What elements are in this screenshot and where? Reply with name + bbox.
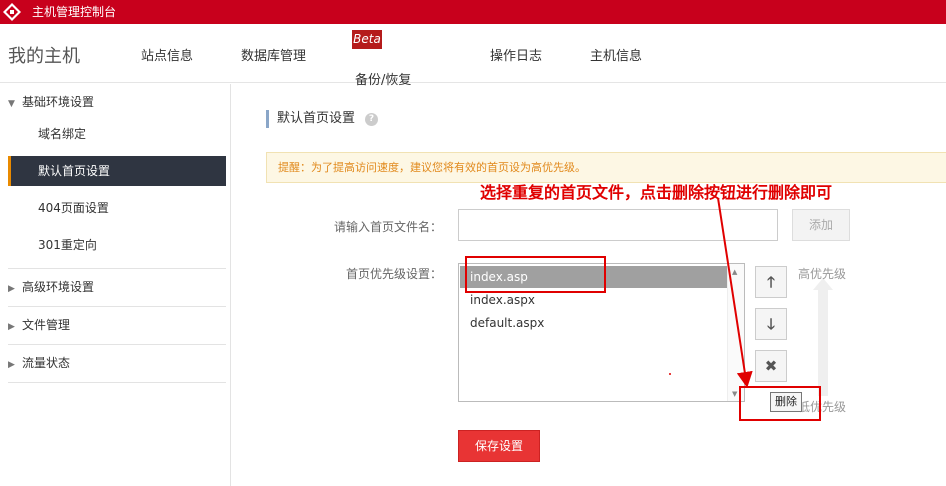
caret-right-icon: ▶ (8, 284, 15, 294)
priority-bar (818, 286, 828, 396)
sidebar-section-traffic[interactable]: ▶ 流量状态 (8, 345, 226, 382)
sidebar-section-basic[interactable]: ▼ 基础环境设置 (8, 84, 226, 121)
nav-item-host-info[interactable]: 主机信息 (590, 45, 642, 64)
sidebar-section-label: 文件管理 (22, 318, 71, 332)
sidebar-item-301-redirect[interactable]: 301重定向 (8, 230, 226, 260)
main-nav: 我的主机 站点信息 数据库管理 Beta 备份/恢复 操作日志 主机信息 (0, 24, 946, 88)
page-title: 默认首页设置 (266, 110, 355, 128)
sidebar-section-label: 高级环境设置 (22, 280, 95, 294)
nav-item-backup[interactable]: 备份/恢复 (355, 69, 411, 88)
nav-item-site-info[interactable]: 站点信息 (141, 45, 193, 64)
priority-label: 首页优先级设置： (346, 267, 443, 281)
sidebar-section-files[interactable]: ▶ 文件管理 (8, 307, 226, 344)
scroll-up-icon[interactable]: ▲ (732, 268, 737, 276)
nav-item-database[interactable]: 数据库管理 (241, 45, 306, 64)
sidebar-section-advanced[interactable]: ▶ 高级环境设置 (8, 269, 226, 306)
add-button[interactable]: 添加 (792, 209, 850, 241)
annotation-box-file (465, 256, 606, 293)
nav-item-logs[interactable]: 操作日志 (490, 45, 542, 64)
sidebar-section-label: 流量状态 (22, 356, 71, 370)
arrow-down-icon: 🡓 (767, 315, 775, 333)
app-title: 主机管理控制台 (32, 5, 117, 19)
nav-brand[interactable]: 我的主机 (8, 42, 80, 68)
scroll-down-icon[interactable]: ▼ (732, 390, 737, 398)
sidebar-section-label: 基础环境设置 (22, 95, 95, 109)
beta-badge: Beta (352, 30, 382, 49)
logo-icon (3, 3, 21, 21)
list-item[interactable]: default.aspx (460, 312, 544, 334)
annotation-text: 选择重复的首页文件，点击删除按钮进行删除即可 (480, 183, 833, 202)
top-bar: 主机管理控制台 (0, 0, 946, 24)
filename-input[interactable] (458, 209, 778, 241)
save-button[interactable]: 保存设置 (458, 430, 540, 462)
sidebar-item-default-homepage[interactable]: 默认首页设置 (8, 156, 226, 186)
list-scrollbar[interactable]: ▲ ▼ (727, 264, 744, 401)
move-up-button[interactable]: 🡑 (755, 266, 787, 298)
sidebar-item-domain-binding[interactable]: 域名绑定 (8, 119, 226, 149)
divider (8, 382, 226, 383)
high-priority-label: 高优先级 (798, 267, 847, 281)
caret-right-icon: ▶ (8, 360, 15, 370)
annotation-box-delete (739, 386, 821, 421)
close-icon: ✖ (764, 357, 778, 375)
delete-button[interactable]: ✖ (755, 350, 787, 382)
sidebar-item-404-page[interactable]: 404页面设置 (8, 193, 226, 223)
sidebar: ▼ 基础环境设置 域名绑定 默认首页设置 404页面设置 301重定向 ▶ 高级环境… (0, 84, 231, 486)
caret-down-icon: ▼ (8, 99, 15, 109)
question-icon[interactable]: ? (365, 113, 378, 126)
caret-right-icon: ▶ (8, 322, 15, 332)
arrow-up-icon: 🡑 (767, 273, 775, 291)
filename-label: 请输入首页文件名： (334, 220, 443, 234)
move-down-button[interactable]: 🡓 (755, 308, 787, 340)
